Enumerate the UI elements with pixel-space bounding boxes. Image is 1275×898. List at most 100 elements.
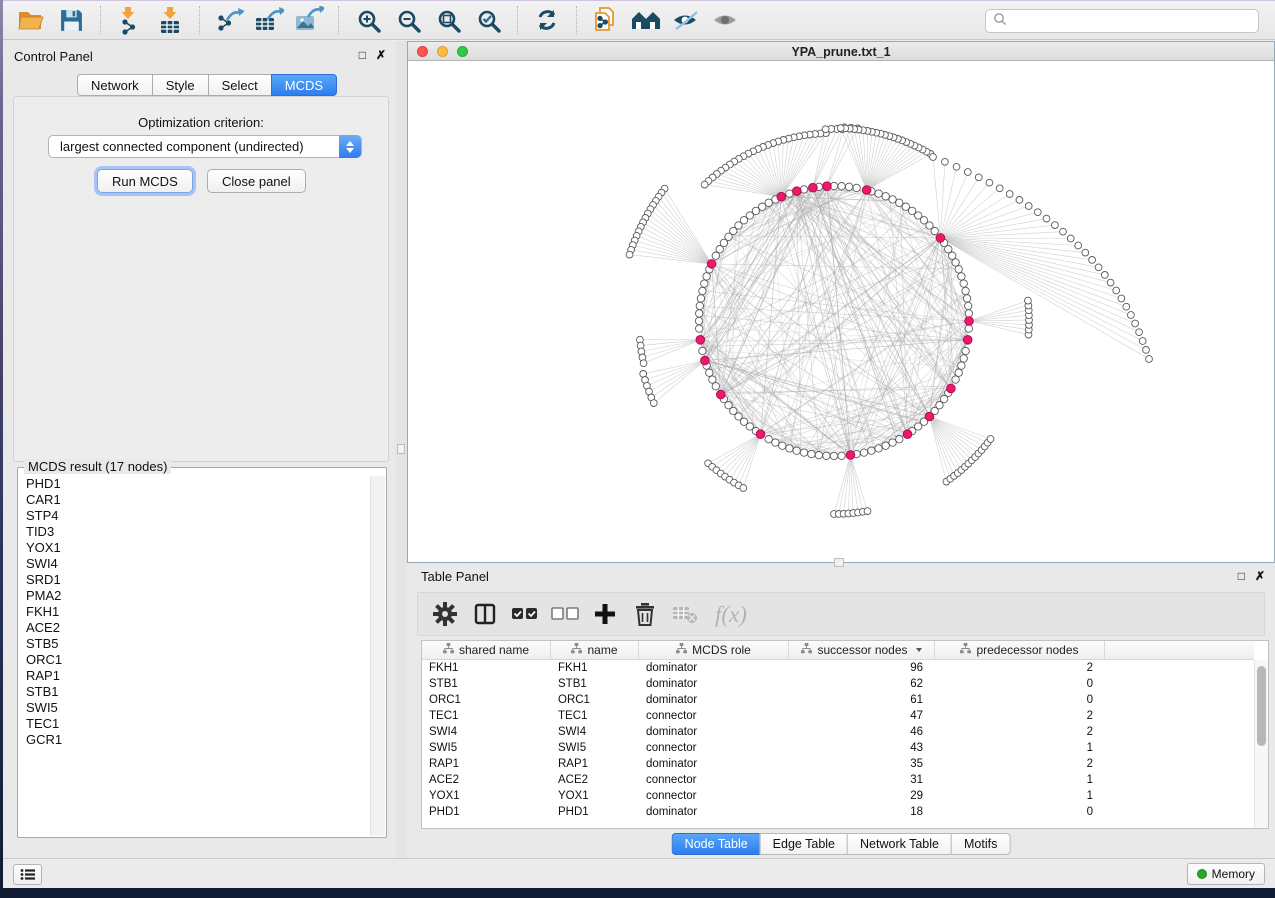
table-body: FKH1FKH1dominator962STB1STB1dominator620… bbox=[422, 660, 1254, 828]
save-session-icon[interactable] bbox=[54, 4, 88, 36]
tab-network[interactable]: Network bbox=[77, 74, 152, 96]
zoom-out-icon[interactable] bbox=[391, 4, 425, 36]
table-row[interactable]: STB1STB1dominator620 bbox=[422, 676, 1254, 692]
mcds-list-scrollbar[interactable] bbox=[370, 476, 385, 836]
show-columns-icon[interactable] bbox=[470, 599, 500, 629]
hierarchy-icon bbox=[801, 643, 812, 657]
mcds-result-item[interactable]: STP4 bbox=[19, 508, 370, 524]
table-row[interactable]: ACE2ACE2connector311 bbox=[422, 772, 1254, 788]
float-panel-icon[interactable]: □ bbox=[359, 49, 366, 61]
mcds-result-item[interactable]: SWI4 bbox=[19, 556, 370, 572]
network-canvas[interactable] bbox=[408, 61, 1274, 562]
export-table-icon[interactable] bbox=[252, 4, 286, 36]
tab-motifs[interactable]: Motifs bbox=[951, 833, 1010, 855]
vertical-splitter[interactable] bbox=[396, 41, 407, 858]
mcds-result-item[interactable]: SWI5 bbox=[19, 700, 370, 716]
cell-MCDS-role: dominator bbox=[639, 660, 789, 676]
export-image-icon[interactable] bbox=[292, 4, 326, 36]
import-network-icon[interactable] bbox=[113, 4, 147, 36]
cell-shared-name: FKH1 bbox=[422, 660, 551, 676]
column-header-predecessor-nodes[interactable]: predecessor nodes bbox=[935, 641, 1105, 659]
mcds-result-item[interactable]: STB5 bbox=[19, 636, 370, 652]
zoom-selected-icon[interactable] bbox=[471, 4, 505, 36]
cell-name: FKH1 bbox=[551, 660, 639, 676]
refresh-network-icon[interactable] bbox=[530, 4, 564, 36]
task-history-button[interactable] bbox=[13, 864, 42, 885]
table-row[interactable]: FKH1FKH1dominator962 bbox=[422, 660, 1254, 676]
first-neighbors-icon[interactable] bbox=[629, 4, 663, 36]
search-field[interactable] bbox=[985, 9, 1259, 33]
table-scrollbar-thumb[interactable] bbox=[1257, 666, 1266, 746]
column-header-shared-name[interactable]: shared name bbox=[422, 641, 551, 659]
mcds-result-item[interactable]: GCR1 bbox=[19, 732, 370, 748]
column-header-name[interactable]: name bbox=[551, 641, 639, 659]
table-row[interactable]: TEC1TEC1connector472 bbox=[422, 708, 1254, 724]
table-row[interactable]: RAP1RAP1dominator352 bbox=[422, 756, 1254, 772]
horizontal-splitter-grip[interactable] bbox=[834, 558, 844, 567]
import-table-disabled-icon[interactable] bbox=[670, 599, 700, 629]
export-network-icon[interactable] bbox=[212, 4, 246, 36]
column-header-MCDS-role[interactable]: MCDS role bbox=[639, 641, 789, 659]
status-bar: Memory bbox=[3, 858, 1275, 888]
open-file-icon[interactable] bbox=[14, 4, 48, 36]
cell-successor-nodes: 43 bbox=[789, 740, 935, 756]
mcds-result-groupbox: MCDS result (17 nodes) PHD1CAR1STP4TID3Y… bbox=[17, 467, 387, 838]
mcds-result-item[interactable]: STB1 bbox=[19, 684, 370, 700]
table-row[interactable]: SWI5SWI5connector431 bbox=[422, 740, 1254, 756]
mcds-result-item[interactable]: FKH1 bbox=[19, 604, 370, 620]
network-window-titlebar[interactable]: YPA_prune.txt_1 bbox=[408, 42, 1274, 61]
delete-column-icon[interactable] bbox=[630, 599, 660, 629]
desktop-background: Control Panel □ ✗ NetworkStyleSelectMCDS… bbox=[0, 0, 1275, 898]
table-settings-gear-icon[interactable] bbox=[430, 599, 460, 629]
tab-style[interactable]: Style bbox=[152, 74, 208, 96]
function-builder-icon[interactable]: f(x) bbox=[710, 599, 754, 629]
control-panel-header: Control Panel □ ✗ bbox=[3, 41, 396, 71]
zoom-in-icon[interactable] bbox=[351, 4, 385, 36]
cell-name: STB1 bbox=[551, 676, 639, 692]
mcds-result-item[interactable]: PMA2 bbox=[19, 588, 370, 604]
tab-network-table[interactable]: Network Table bbox=[847, 833, 951, 855]
close-panel-icon[interactable]: ✗ bbox=[376, 49, 386, 61]
search-input[interactable] bbox=[1007, 14, 1258, 28]
mcds-result-item[interactable]: ORC1 bbox=[19, 652, 370, 668]
tab-select[interactable]: Select bbox=[208, 74, 271, 96]
table-scrollbar[interactable] bbox=[1254, 660, 1268, 828]
mcds-result-item[interactable]: PHD1 bbox=[19, 476, 370, 492]
network-graph[interactable] bbox=[408, 61, 1274, 562]
close-panel-button[interactable]: Close panel bbox=[207, 169, 306, 193]
tab-edge-table[interactable]: Edge Table bbox=[760, 833, 847, 855]
table-row[interactable]: YOX1YOX1connector291 bbox=[422, 788, 1254, 804]
add-column-icon[interactable] bbox=[590, 599, 620, 629]
tab-mcds[interactable]: MCDS bbox=[271, 74, 337, 96]
optimization-criterion-select[interactable]: largest connected component (undirected) bbox=[48, 135, 362, 158]
float-table-panel-icon[interactable]: □ bbox=[1238, 570, 1245, 582]
cell-MCDS-role: connector bbox=[639, 788, 789, 804]
mcds-result-item[interactable]: ACE2 bbox=[19, 620, 370, 636]
control-panel-tabs: NetworkStyleSelectMCDS bbox=[77, 74, 337, 96]
hide-selected-icon[interactable] bbox=[669, 4, 703, 36]
tab-node-table[interactable]: Node Table bbox=[672, 833, 760, 855]
mcds-result-item[interactable]: YOX1 bbox=[19, 540, 370, 556]
column-header-successor-nodes[interactable]: successor nodes bbox=[789, 641, 935, 659]
mcds-result-item[interactable]: SRD1 bbox=[19, 572, 370, 588]
show-all-icon[interactable] bbox=[709, 4, 743, 36]
close-table-panel-icon[interactable]: ✗ bbox=[1255, 570, 1265, 582]
select-all-rows-icon[interactable] bbox=[510, 599, 540, 629]
table-row[interactable]: ORC1ORC1dominator610 bbox=[422, 692, 1254, 708]
deselect-all-rows-icon[interactable] bbox=[550, 599, 580, 629]
mcds-result-item[interactable]: TEC1 bbox=[19, 716, 370, 732]
mcds-result-item[interactable]: TID3 bbox=[19, 524, 370, 540]
mcds-result-list[interactable]: PHD1CAR1STP4TID3YOX1SWI4SRD1PMA2FKH1ACE2… bbox=[19, 476, 370, 836]
mcds-result-item[interactable]: CAR1 bbox=[19, 492, 370, 508]
table-row[interactable]: SWI4SWI4dominator462 bbox=[422, 724, 1254, 740]
splitter-grip[interactable] bbox=[397, 444, 405, 454]
cell-name: RAP1 bbox=[551, 756, 639, 772]
memory-button[interactable]: Memory bbox=[1187, 863, 1265, 885]
mcds-result-item[interactable]: RAP1 bbox=[19, 668, 370, 684]
run-mcds-button[interactable]: Run MCDS bbox=[97, 169, 193, 193]
zoom-fit-icon[interactable] bbox=[431, 4, 465, 36]
import-table-icon[interactable] bbox=[153, 4, 187, 36]
table-row[interactable]: PHD1PHD1dominator180 bbox=[422, 804, 1254, 820]
cell-predecessor-nodes: 0 bbox=[935, 804, 1105, 820]
duplicate-network-icon[interactable] bbox=[589, 4, 623, 36]
